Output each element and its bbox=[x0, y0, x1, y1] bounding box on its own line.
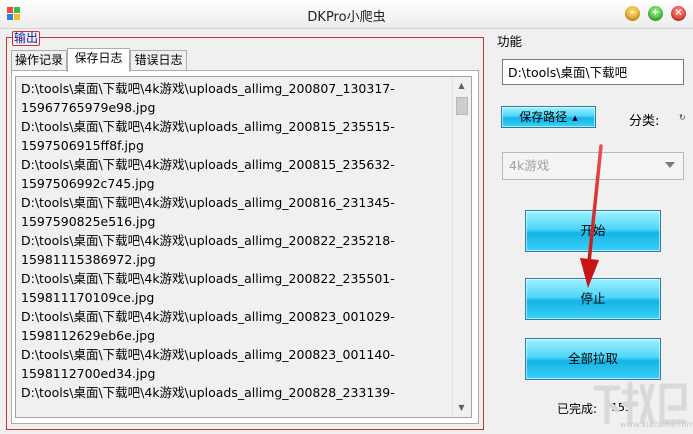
save-path-label: 保存路径 bbox=[519, 110, 568, 124]
stop-button[interactable]: 停止 bbox=[525, 278, 661, 320]
scroll-down-icon[interactable]: ▼ bbox=[453, 399, 470, 416]
start-button[interactable]: 开始 bbox=[525, 210, 661, 252]
log-scrollbar[interactable]: ▲ ▼ bbox=[452, 77, 470, 417]
tab-save-log[interactable]: 保存日志 bbox=[67, 48, 130, 72]
save-path-field[interactable]: D:\tools\桌面\下载吧 bbox=[502, 59, 684, 85]
scroll-thumb[interactable] bbox=[456, 97, 468, 115]
log-line: 1597590825e516.jpg bbox=[21, 214, 156, 229]
log-line: D:\tools\桌面\下载吧\4k游戏\uploads_allimg_2008… bbox=[21, 119, 395, 134]
caret-icon: ▲ bbox=[572, 113, 578, 122]
minimize-button[interactable]: – bbox=[625, 6, 640, 21]
close-icon: × bbox=[674, 7, 683, 18]
log-line: 1597506915ff8f.jpg bbox=[21, 138, 144, 153]
function-label: 功能 bbox=[497, 34, 523, 49]
log-line: 159811170109ce.jpg bbox=[21, 290, 155, 305]
log-lines: D:\tools\桌面\下载吧\4k游戏\uploads_allimg_2008… bbox=[21, 79, 451, 402]
category-select[interactable]: 4k游戏 bbox=[502, 152, 684, 180]
watermark-url: www.xiazaiba.com bbox=[620, 420, 693, 429]
close-button[interactable]: × bbox=[671, 6, 686, 21]
save-log-list[interactable]: D:\tools\桌面\下载吧\4k游戏\uploads_allimg_2008… bbox=[15, 76, 472, 418]
completed-count: 155 bbox=[611, 401, 632, 414]
window-title: DKPro小爬虫 bbox=[307, 10, 386, 25]
completed-label: 已完成: bbox=[557, 402, 598, 416]
maximize-button[interactable]: + bbox=[648, 6, 663, 21]
refresh-icon[interactable]: ↻ bbox=[679, 113, 686, 122]
log-line: D:\tools\桌面\下载吧\4k游戏\uploads_allimg_2008… bbox=[21, 233, 395, 248]
category-label: 分类: bbox=[629, 114, 660, 129]
log-line: 15967765979e98.jpg bbox=[21, 100, 156, 115]
category-selected-value: 4k游戏 bbox=[509, 158, 550, 173]
log-line: 1597506992c745.jpg bbox=[21, 176, 155, 191]
log-line: D:\tools\桌面\下载吧\4k游戏\uploads_allimg_2008… bbox=[21, 271, 395, 286]
scroll-up-icon[interactable]: ▲ bbox=[453, 77, 470, 94]
save-path-button[interactable]: 保存路径 ▲ bbox=[501, 106, 596, 128]
log-line: D:\tools\桌面\下载吧\4k游戏\uploads_allimg_2008… bbox=[21, 157, 395, 172]
tab-operation-log[interactable]: 操作记录 bbox=[11, 50, 67, 71]
log-line: D:\tools\桌面\下载吧\4k游戏\uploads_allimg_2008… bbox=[21, 195, 395, 210]
title-bar: DKPro小爬虫 – + × bbox=[0, 0, 693, 29]
fetch-all-button[interactable]: 全部拉取 bbox=[525, 338, 661, 380]
log-line: D:\tools\桌面\下载吧\4k游戏\uploads_allimg_2008… bbox=[21, 385, 395, 400]
log-line: 15981115386972.jpg bbox=[21, 252, 156, 267]
log-line: D:\tools\桌面\下载吧\4k游戏\uploads_allimg_2008… bbox=[21, 309, 395, 324]
log-line: D:\tools\桌面\下载吧\4k游戏\uploads_allimg_2008… bbox=[21, 347, 395, 362]
log-line: 1598112629eb6e.jpg bbox=[21, 328, 156, 343]
minimize-icon: – bbox=[630, 7, 635, 18]
maximize-icon: + bbox=[651, 7, 660, 18]
output-legend: 输出 bbox=[12, 31, 41, 46]
tab-error-log[interactable]: 错误日志 bbox=[130, 50, 187, 71]
chevron-down-icon bbox=[665, 162, 675, 168]
log-line: 1598112700ed34.jpg bbox=[21, 366, 156, 381]
log-line: D:\tools\桌面\下载吧\4k游戏\uploads_allimg_2008… bbox=[21, 81, 395, 96]
